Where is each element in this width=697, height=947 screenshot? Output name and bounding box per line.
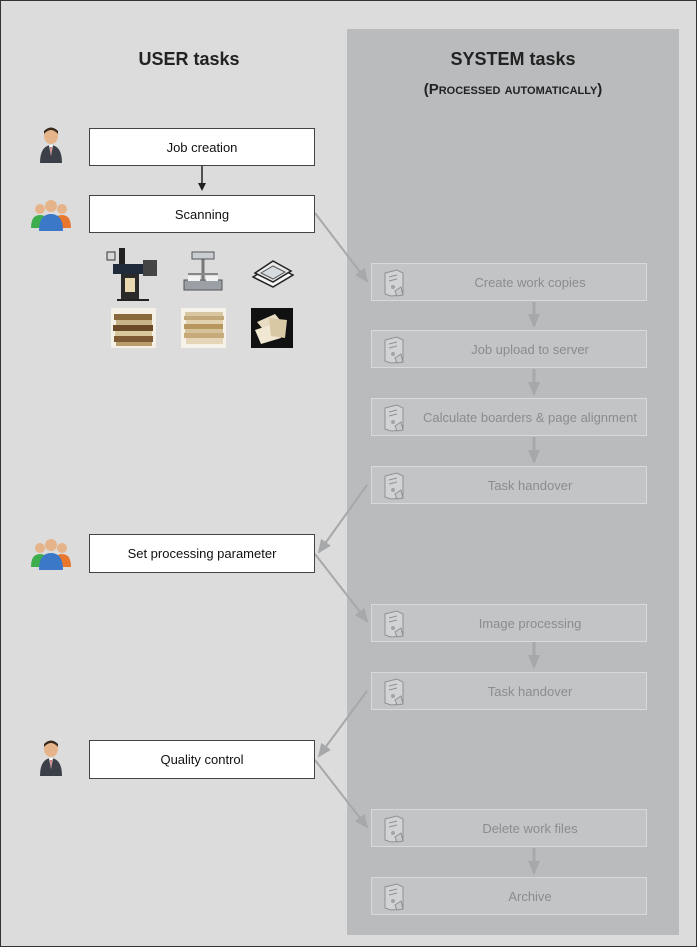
system-task-label: Calculate boarders & page alignment	[423, 409, 637, 425]
arrow-parameter-to-processing	[314, 553, 369, 623]
server-icon	[381, 269, 407, 297]
system-task-box: Task handover	[371, 672, 647, 710]
system-task-label: Image processing	[478, 615, 582, 631]
server-icon	[381, 678, 407, 706]
user-group-icon	[30, 198, 72, 232]
system-task-label: Create work copies	[474, 274, 586, 290]
job-creation-box: Job creation	[89, 128, 315, 166]
arrow-quality-to-delete	[314, 759, 369, 829]
system-task-box: Archive	[371, 877, 647, 915]
workflow-diagram: USER tasks SYSTEM tasks (Processed autom…	[0, 0, 697, 947]
server-icon	[381, 815, 407, 843]
user-icon	[38, 739, 64, 777]
arrow-handover-to-parameter	[317, 484, 368, 554]
user-icon	[38, 126, 64, 164]
overhead-scanner-icon	[178, 250, 228, 296]
arrow-handover-to-quality	[317, 690, 368, 758]
system-task-box: Task handover	[371, 466, 647, 504]
system-task-label: Task handover	[487, 683, 573, 699]
system-task-box: Image processing	[371, 604, 647, 642]
system-task-label: Archive	[508, 888, 552, 904]
arrow-scanning-to-create	[314, 212, 369, 283]
system-task-label: Delete work files	[482, 820, 578, 836]
system-task-box: Calculate boarders & page alignment	[371, 398, 647, 436]
system-task-box: Create work copies	[371, 263, 647, 301]
book-scanner-icon	[105, 246, 161, 302]
system-task-box: Job upload to server	[371, 330, 647, 368]
loose-documents-icon	[251, 308, 293, 348]
user-group-icon	[30, 537, 72, 571]
scanning-box: Scanning	[89, 195, 315, 233]
books-icon	[111, 308, 156, 348]
system-task-box: Delete work files	[371, 809, 647, 847]
server-icon	[381, 472, 407, 500]
quality-control-box: Quality control	[89, 740, 315, 779]
server-icon	[381, 404, 407, 432]
server-icon	[381, 336, 407, 364]
flatbed-scanner-icon	[251, 257, 295, 289]
server-icon	[381, 883, 407, 911]
set-processing-parameter-box: Set processing parameter	[89, 534, 315, 573]
system-task-label: Job upload to server	[471, 341, 589, 357]
server-icon	[381, 610, 407, 638]
system-task-label: Task handover	[487, 477, 573, 493]
paper-stack-icon	[181, 308, 226, 348]
